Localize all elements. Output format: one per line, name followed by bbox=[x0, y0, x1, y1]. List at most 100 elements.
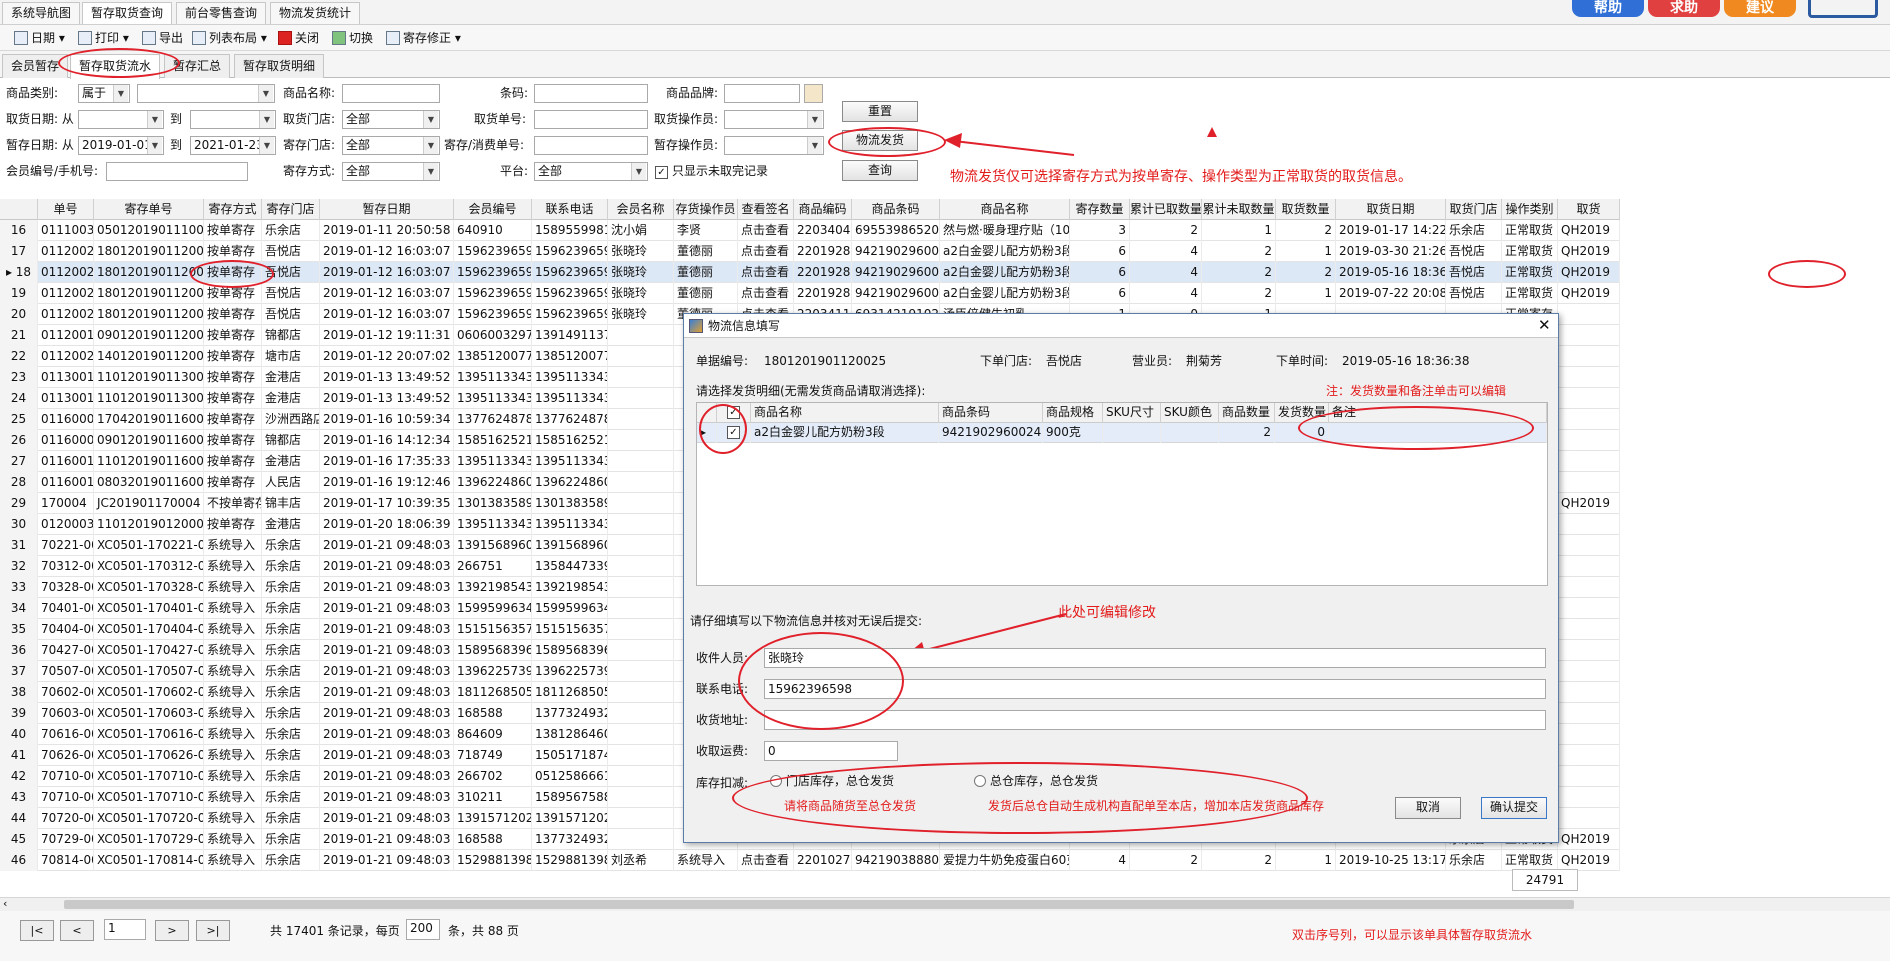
scroll-thumb[interactable] bbox=[64, 900, 1574, 909]
table-cell: 系统导入 bbox=[204, 640, 262, 661]
grid-header-cell[interactable]: 累计已取数量 bbox=[1130, 199, 1202, 220]
deposit-fix-button[interactable]: 寄存修正 ▾ bbox=[386, 29, 461, 47]
table-cell bbox=[608, 661, 674, 682]
table-cell: 13951133435 bbox=[532, 367, 608, 388]
grid-header-cell[interactable]: 操作类别 bbox=[1502, 199, 1558, 220]
close-button[interactable]: 关闭 bbox=[278, 29, 319, 47]
pickup-order-input[interactable] bbox=[534, 110, 648, 129]
grid-header-cell[interactable]: 联系电话 bbox=[532, 199, 608, 220]
suggest-button[interactable]: 建议 bbox=[1724, 0, 1796, 17]
consume-no-input[interactable] bbox=[534, 136, 648, 155]
table-cell: 2019-01-13 13:49:52 bbox=[320, 367, 454, 388]
barcode-input[interactable] bbox=[534, 84, 648, 103]
grid-header-cell[interactable]: 会员编号 bbox=[454, 199, 532, 220]
pickup-date-from[interactable] bbox=[78, 110, 164, 129]
switch-button[interactable]: 切换 bbox=[332, 29, 373, 47]
horizontal-scrollbar[interactable]: ‹ bbox=[0, 897, 1890, 911]
grid-header-cell[interactable]: 商品条码 bbox=[852, 199, 940, 220]
grid-header-cell[interactable]: 寄存门店 bbox=[262, 199, 320, 220]
first-page-button[interactable]: |< bbox=[20, 920, 54, 941]
print-button[interactable]: 打印 ▾ bbox=[78, 29, 129, 47]
cancel-button[interactable]: 取消 bbox=[1395, 797, 1461, 819]
grid-header: 单号 寄存单号 寄存方式 寄存门店 暂存日期 会员编号 联系电话 会员名称 存货操作员 查看签名商… bbox=[0, 199, 1620, 220]
table-cell: 21 bbox=[0, 325, 38, 346]
grid-header-cell[interactable]: 存货操作员 bbox=[674, 199, 738, 220]
prev-page-button[interactable]: < bbox=[60, 920, 94, 941]
store-method-select[interactable]: 全部 bbox=[342, 162, 440, 181]
table-cell: 1 bbox=[1276, 241, 1336, 262]
brand-input[interactable] bbox=[724, 84, 800, 103]
grid-header-cell[interactable]: 取货日期 bbox=[1336, 199, 1446, 220]
grid-header-cell[interactable]: 取货门店 bbox=[1446, 199, 1502, 220]
store-date-to[interactable]: 2021-01-23 bbox=[190, 136, 276, 155]
table-row[interactable]: 17011200251801201901120025按单寄存吾悦店2019-01… bbox=[0, 241, 1620, 262]
page-input[interactable]: 1 bbox=[104, 919, 146, 940]
table-cell: 15151563573 bbox=[454, 619, 532, 640]
category-op-select[interactable]: 属于 bbox=[78, 84, 130, 103]
list-layout-button[interactable]: 列表布局 ▾ bbox=[192, 29, 267, 47]
grid-header-cell[interactable]: 取货数量 bbox=[1276, 199, 1336, 220]
table-cell bbox=[608, 829, 674, 850]
tab-retail-query[interactable]: 前台零售查询 bbox=[176, 2, 267, 24]
table-cell: 系统导入 bbox=[204, 850, 262, 871]
table-cell: 3 bbox=[1070, 220, 1130, 241]
help-button[interactable]: 帮助 bbox=[1572, 0, 1644, 17]
grid-header-cell[interactable]: 累计未取数量 bbox=[1202, 199, 1276, 220]
tab-pickup-query[interactable]: 暂存取货查询 bbox=[82, 2, 173, 24]
grid-header-cell[interactable] bbox=[0, 199, 38, 220]
table-cell bbox=[608, 535, 674, 556]
subtab-member-store[interactable]: 会员暂存 bbox=[2, 54, 69, 78]
grid-header-cell[interactable]: 取货 bbox=[1558, 199, 1620, 220]
table-row[interactable]: 16011100310501201901110031按单寄存乐余店2019-01… bbox=[0, 220, 1620, 241]
query-button[interactable]: 查询 bbox=[842, 160, 918, 181]
export-button[interactable]: 导出 bbox=[142, 29, 183, 47]
store-operator-select[interactable] bbox=[724, 136, 824, 155]
platform-select[interactable]: 全部 bbox=[534, 162, 648, 181]
grid-header-cell[interactable]: 查看签名 bbox=[738, 199, 794, 220]
close-icon[interactable]: ✕ bbox=[1538, 316, 1551, 334]
product-name-input[interactable] bbox=[342, 84, 440, 103]
date-button[interactable]: 日期 ▾ bbox=[14, 29, 65, 47]
person-search-icon[interactable] bbox=[804, 84, 823, 103]
grid-header-cell[interactable]: 商品名称 bbox=[940, 199, 1070, 220]
freight-input[interactable]: 0 bbox=[764, 741, 898, 761]
only-unfinished-checkbox[interactable]: ✓ bbox=[655, 166, 668, 179]
tab-nav-map[interactable]: 系统导航图 bbox=[2, 2, 81, 24]
member-input[interactable] bbox=[106, 162, 248, 181]
confirm-submit-button[interactable]: 确认提交 bbox=[1481, 797, 1547, 819]
table-cell: 锦都店 bbox=[262, 430, 320, 451]
store-date-from[interactable]: 2019-01-01 bbox=[78, 136, 164, 155]
table-cell: 2 bbox=[1202, 850, 1276, 871]
grid-header-cell[interactable]: 商品编码 bbox=[794, 199, 852, 220]
grid-header-cell[interactable]: 寄存数量 bbox=[1070, 199, 1130, 220]
table-cell: XC0501-170401-0003 bbox=[94, 598, 204, 619]
grid-header-cell[interactable]: 寄存单号 bbox=[94, 199, 204, 220]
grid-header-cell[interactable]: 单号 bbox=[38, 199, 94, 220]
scroll-left-icon[interactable]: ‹ bbox=[3, 898, 7, 910]
ask-help-button[interactable]: 求助 bbox=[1648, 0, 1720, 17]
subtab-pickup-detail[interactable]: 暂存取货明细 bbox=[234, 54, 325, 78]
table-cell: 44 bbox=[0, 808, 38, 829]
table-cell: XC0501-170626-0001 bbox=[94, 745, 204, 766]
next-page-button[interactable]: > bbox=[155, 920, 189, 941]
store-store-select[interactable]: 全部 bbox=[342, 136, 440, 155]
last-page-button[interactable]: >| bbox=[196, 920, 230, 941]
category-select[interactable] bbox=[137, 84, 275, 103]
reset-button[interactable]: 重置 bbox=[842, 101, 918, 122]
grid-header-cell[interactable]: 会员名称 bbox=[608, 199, 674, 220]
table-cell: 36 bbox=[0, 640, 38, 661]
grid-header-cell[interactable]: 寄存方式 bbox=[204, 199, 262, 220]
table-row[interactable]: 4670814-0001XC0501-170814-0001系统导入乐余店201… bbox=[0, 850, 1620, 871]
table-cell: JC201901170004 bbox=[94, 493, 204, 514]
grid-header-cell[interactable]: 暂存日期 bbox=[320, 199, 454, 220]
page-size-input[interactable]: 200 bbox=[406, 919, 440, 940]
table-cell: 13921985438 bbox=[532, 577, 608, 598]
table-cell bbox=[1558, 535, 1620, 556]
pickup-date-to[interactable] bbox=[190, 110, 276, 129]
pickup-operator-select[interactable] bbox=[724, 110, 824, 129]
to-label-2: 到 bbox=[170, 138, 183, 152]
table-cell: 19 bbox=[0, 283, 38, 304]
tab-logistics-stats[interactable]: 物流发货统计 bbox=[270, 2, 361, 24]
table-cell: 2019-10-25 13:17:54 bbox=[1336, 850, 1446, 871]
pickup-store-select[interactable]: 全部 bbox=[342, 110, 440, 129]
